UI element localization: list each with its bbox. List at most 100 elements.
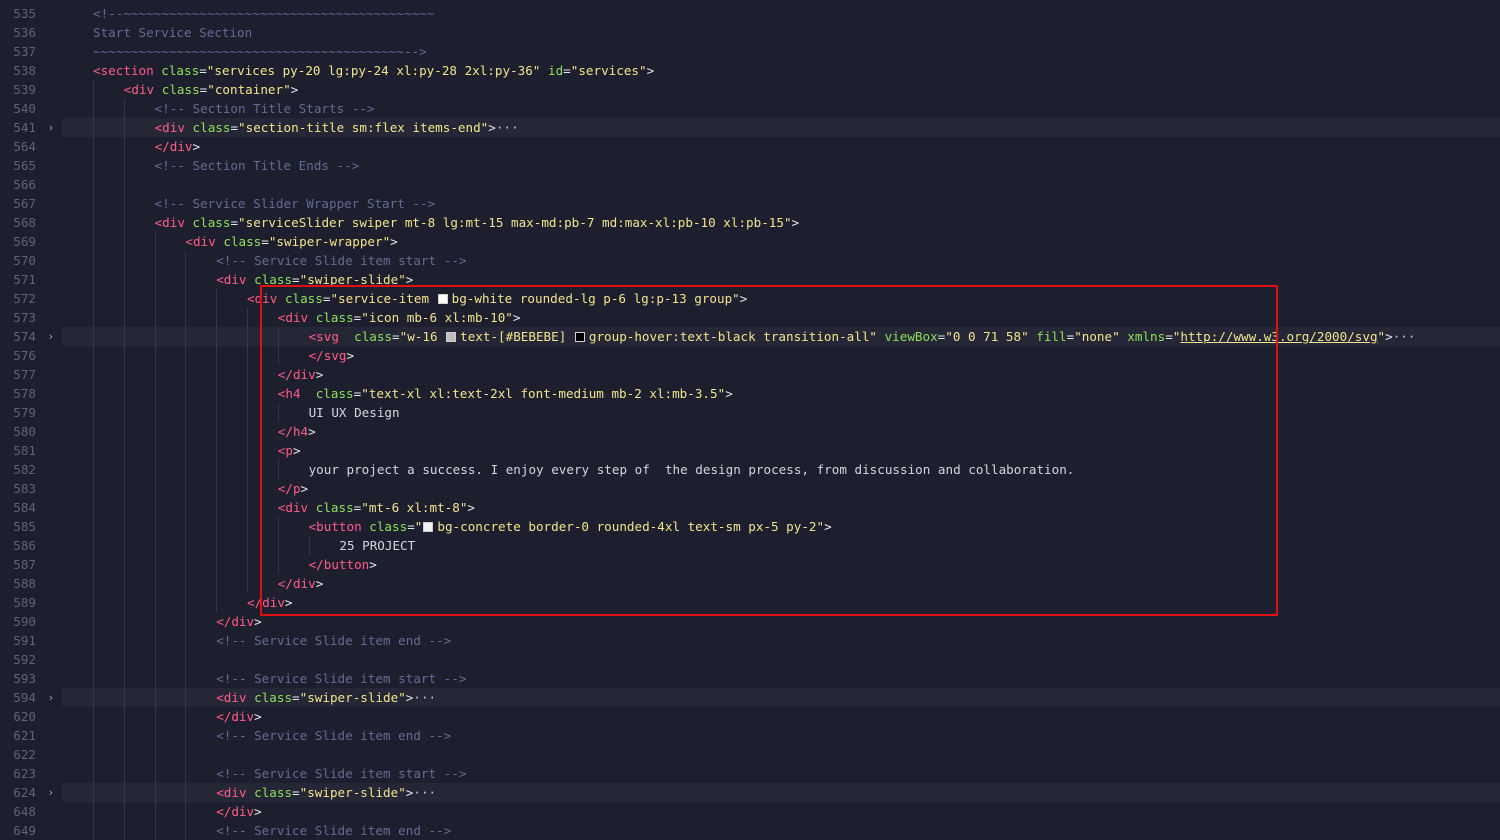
code-line[interactable]: 590 </div> (0, 612, 1500, 631)
code-line[interactable]: 620 </div> (0, 707, 1500, 726)
code-text[interactable]: </div> (155, 137, 201, 156)
code-text[interactable]: <!-- Section Title Starts --> (155, 99, 375, 118)
code-line[interactable]: 579 UI UX Design (0, 403, 1500, 422)
code-line[interactable]: 624 › <div class="swiper-slide">··· (0, 783, 1500, 802)
code-text[interactable]: <h4 class="text-xl xl:text-2xl font-medi… (278, 384, 733, 403)
code-line[interactable]: 589 </div> (0, 593, 1500, 612)
code-line[interactable]: 570 <!-- Service Slide item start --> (0, 251, 1500, 270)
code-line[interactable]: 539 <div class="container"> (0, 80, 1500, 99)
code-text[interactable]: </div> (278, 574, 324, 593)
code-text[interactable]: <div class="swiper-slide"> (216, 270, 413, 289)
code-line[interactable]: 568 <div class="serviceSlider swiper mt-8… (0, 213, 1500, 232)
code-text[interactable]: <div class="swiper-slide">··· (216, 688, 436, 707)
code-line[interactable]: 623 <!-- Service Slide item start --> (0, 764, 1500, 783)
code-line[interactable]: 622 (0, 745, 1500, 764)
line-number: 620 (13, 709, 36, 724)
code-line[interactable]: 578 <h4 class="text-xl xl:text-2xl font-m… (0, 384, 1500, 403)
color-swatch-icon[interactable] (423, 522, 434, 532)
code-line[interactable]: 584 <div class="mt-6 xl:mt-8"> (0, 498, 1500, 517)
code-text[interactable]: <!-- Section Title Ends --> (155, 156, 360, 175)
code-text[interactable]: <div class="container"> (124, 80, 298, 99)
code-text[interactable]: <svg class="w-16 text-[#BEBEBE] group-ho… (309, 327, 1416, 346)
code-text[interactable]: <button class=" bg-concrete border-0 roun… (309, 517, 832, 536)
code-line[interactable]: 581 <p> (0, 441, 1500, 460)
code-line[interactable]: 583 </p> (0, 479, 1500, 498)
code-text[interactable]: <!-- Service Slider Wrapper Start --> (155, 194, 436, 213)
code-text[interactable]: Start Service Section (93, 23, 252, 42)
code-line[interactable]: 577 </div> (0, 365, 1500, 384)
code-line[interactable]: 538 <section class="services py-20 lg:py-… (0, 61, 1500, 80)
code-text[interactable]: <!-- Service Slide item start --> (216, 669, 466, 688)
code-text[interactable]: <!-- Service Slide item end --> (216, 726, 451, 745)
code-text[interactable]: <!-- Service Slide item end --> (216, 821, 451, 840)
code-line[interactable]: 591 <!-- Service Slide item end --> (0, 631, 1500, 650)
code-line[interactable]: 621 <!-- Service Slide item end --> (0, 726, 1500, 745)
code-text[interactable]: your project a success. I enjoy every st… (309, 460, 1075, 479)
fold-chevron-icon[interactable]: › (44, 783, 58, 802)
code-line[interactable]: 588 </div> (0, 574, 1500, 593)
code-text[interactable]: </svg> (309, 346, 355, 365)
code-text[interactable]: <section class="services py-20 lg:py-24 … (93, 61, 654, 80)
code-line[interactable]: 582 your project a success. I enjoy every… (0, 460, 1500, 479)
code-text[interactable]: ~~~~~~~~~~~~~~~~~~~~~~~~~~~~~~~~~~~~~~~~… (93, 42, 427, 61)
code-line[interactable]: 536 Start Service Section (0, 23, 1500, 42)
code-line[interactable]: 648 </div> (0, 802, 1500, 821)
url-link[interactable]: http://www.w3.org/2000/svg (1180, 329, 1377, 344)
code-text[interactable]: </p> (278, 479, 308, 498)
color-swatch-icon[interactable] (437, 294, 448, 304)
code-line[interactable]: 580 </h4> (0, 422, 1500, 441)
code-text[interactable]: </button> (309, 555, 377, 574)
code-text[interactable]: <div class="mt-6 xl:mt-8"> (278, 498, 475, 517)
code-line[interactable]: 535 <!--~~~~~~~~~~~~~~~~~~~~~~~~~~~~~~~~~… (0, 4, 1500, 23)
code-line[interactable]: 585 <button class=" bg-concrete border-0 r… (0, 517, 1500, 536)
code-text[interactable]: <div class="service-item bg-white rounde… (247, 289, 747, 308)
code-line[interactable]: 649 <!-- Service Slide item end --> (0, 821, 1500, 840)
fold-ellipsis[interactable]: ··· (413, 785, 436, 800)
code-line[interactable]: 566 (0, 175, 1500, 194)
code-text[interactable]: </h4> (278, 422, 316, 441)
fold-chevron-icon[interactable]: › (44, 118, 58, 137)
code-text[interactable]: </div> (216, 802, 262, 821)
code-line[interactable]: 571 <div class="swiper-slide"> (0, 270, 1500, 289)
code-text[interactable]: <div class="icon mb-6 xl:mb-10"> (278, 308, 521, 327)
code-line[interactable]: 540 <!-- Section Title Starts --> (0, 99, 1500, 118)
code-text[interactable]: </div> (216, 612, 262, 631)
code-line[interactable]: 586 25 PROJECT (0, 536, 1500, 555)
code-text[interactable]: <div class="section-title sm:flex items-… (155, 118, 519, 137)
code-line[interactable]: 587 </button> (0, 555, 1500, 574)
code-text[interactable]: <div class="swiper-slide">··· (216, 783, 436, 802)
fold-ellipsis[interactable]: ··· (1393, 329, 1416, 344)
fold-chevron-icon[interactable]: › (44, 688, 58, 707)
code-line[interactable]: 594 › <div class="swiper-slide">··· (0, 688, 1500, 707)
code-line[interactable]: 574 › <svg class="w-16 text-[#BEBEBE] grou… (0, 327, 1500, 346)
code-line[interactable]: 573 <div class="icon mb-6 xl:mb-10"> (0, 308, 1500, 327)
code-line[interactable]: 572 <div class="service-item bg-white rou… (0, 289, 1500, 308)
fold-ellipsis[interactable]: ··· (413, 690, 436, 705)
fold-ellipsis[interactable]: ··· (496, 120, 519, 135)
fold-chevron-icon[interactable]: › (44, 327, 58, 346)
code-text[interactable]: <!--~~~~~~~~~~~~~~~~~~~~~~~~~~~~~~~~~~~~… (93, 4, 434, 23)
code-text[interactable]: <!-- Service Slide item start --> (216, 764, 466, 783)
code-text[interactable]: </div> (278, 365, 324, 384)
code-text[interactable]: 25 PROJECT (339, 536, 415, 555)
code-line[interactable]: 569 <div class="swiper-wrapper"> (0, 232, 1500, 251)
code-text[interactable]: <div class="swiper-wrapper"> (185, 232, 397, 251)
code-line[interactable]: 564 </div> (0, 137, 1500, 156)
code-line[interactable]: 593 <!-- Service Slide item start --> (0, 669, 1500, 688)
code-line[interactable]: 565 <!-- Section Title Ends --> (0, 156, 1500, 175)
code-text[interactable]: </div> (247, 593, 293, 612)
code-text[interactable]: <div class="serviceSlider swiper mt-8 lg… (155, 213, 800, 232)
code-line[interactable]: 541 › <div class="section-title sm:flex it… (0, 118, 1500, 137)
code-line[interactable]: 537 ~~~~~~~~~~~~~~~~~~~~~~~~~~~~~~~~~~~~~… (0, 42, 1500, 61)
code-line[interactable]: 576 </svg> (0, 346, 1500, 365)
color-swatch-icon[interactable] (446, 332, 457, 342)
color-swatch-icon[interactable] (574, 332, 585, 342)
code-line[interactable]: 567 <!-- Service Slider Wrapper Start --> (0, 194, 1500, 213)
code-line[interactable]: 592 (0, 650, 1500, 669)
code-text[interactable]: <!-- Service Slide item end --> (216, 631, 451, 650)
code-text[interactable]: </div> (216, 707, 262, 726)
code-editor[interactable]: 535 <!--~~~~~~~~~~~~~~~~~~~~~~~~~~~~~~~~~… (0, 0, 1500, 840)
code-text[interactable]: <p> (278, 441, 301, 460)
code-text[interactable]: <!-- Service Slide item start --> (216, 251, 466, 270)
code-text[interactable]: UI UX Design (309, 403, 400, 422)
